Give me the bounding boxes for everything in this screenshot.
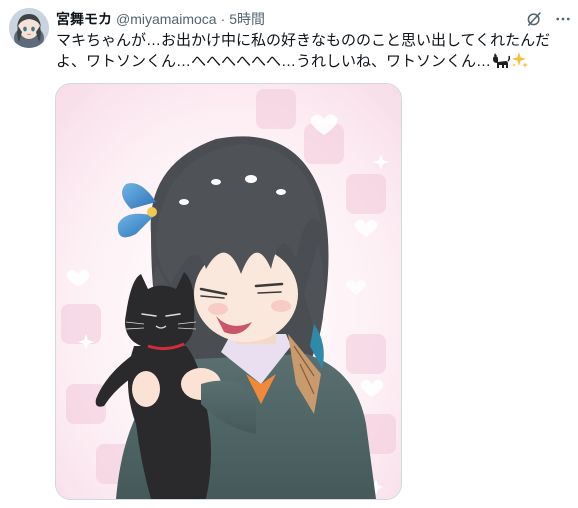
timestamp[interactable]: 5時間 xyxy=(229,9,265,29)
avatar[interactable] xyxy=(9,8,49,48)
tweet-text: マキちゃんが…お出かけ中に私の好きなもののこと思い出してくれたんだ よ、ワトソン… xyxy=(56,31,568,75)
avatar-image xyxy=(9,8,49,48)
tweet-text-line-2-text: よ、ワトソンくん…へへへへへへ…うれしいね、ワトソンくん… xyxy=(56,53,492,70)
tweet[interactable]: 宮舞モカ @miyamaimoca · 5時間 マキちゃんが…お出かけ中に私の好… xyxy=(0,0,578,508)
tweet-text-line-1: マキちゃんが…お出かけ中に私の好きなもののこと思い出してくれたんだ xyxy=(56,32,551,49)
grok-icon xyxy=(527,12,541,26)
tweet-header: 宮舞モカ @miyamaimoca · 5時間 xyxy=(56,9,528,29)
more-options-button[interactable] xyxy=(552,8,574,30)
grok-button[interactable] xyxy=(523,8,545,30)
sparkles-emoji xyxy=(511,51,529,75)
illustration-image xyxy=(56,84,401,499)
user-handle[interactable]: @miyamaimoca xyxy=(116,9,217,29)
display-name[interactable]: 宮舞モカ xyxy=(56,9,112,29)
black-cat-emoji xyxy=(492,53,511,75)
separator-dot: · xyxy=(220,11,226,27)
tweet-text-line-2: よ、ワトソンくん…へへへへへへ…うれしいね、ワトソンくん… xyxy=(56,51,568,75)
more-options-icon xyxy=(556,17,570,21)
tweet-media[interactable] xyxy=(55,83,402,500)
